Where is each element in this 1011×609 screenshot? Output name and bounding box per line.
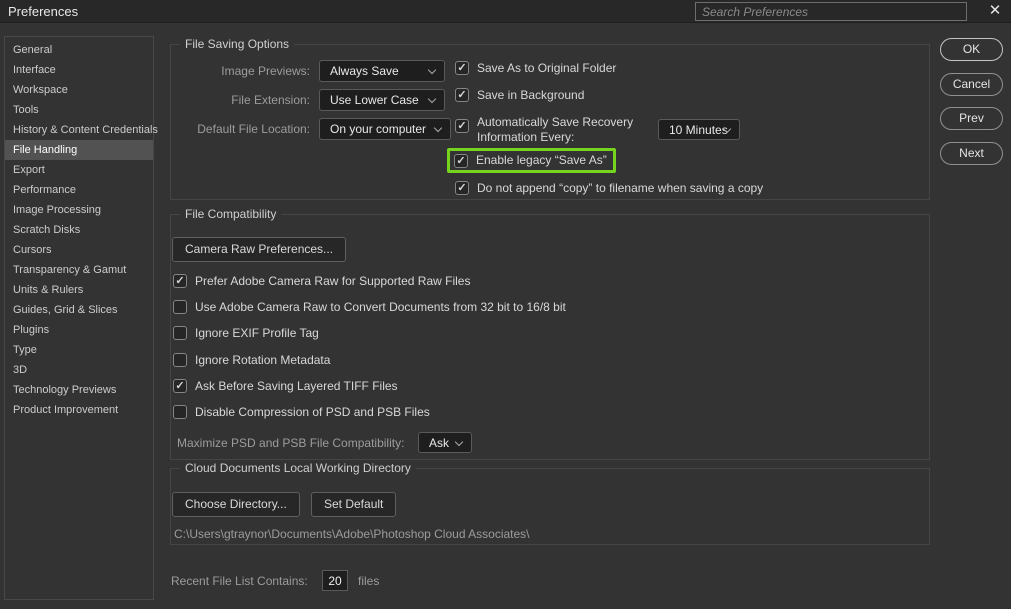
checkbox-ignore-exif-profile-tag[interactable] bbox=[173, 326, 187, 340]
maximize-compatibility-value: Ask bbox=[429, 436, 450, 450]
maximize-compatibility-dropdown[interactable]: Ask bbox=[418, 432, 472, 453]
checkbox-row: Ignore EXIF Profile Tag bbox=[173, 326, 319, 341]
sidebar-item-guides-grid-slices[interactable]: Guides, Grid & Slices bbox=[5, 300, 153, 320]
recent-file-list-label: Recent File List Contains: bbox=[171, 574, 308, 588]
camera-raw-preferences-button[interactable]: Camera Raw Preferences... bbox=[172, 237, 347, 262]
file-extension-label: File Extension: bbox=[231, 93, 310, 107]
preferences-dialog: Preferences ✕ General Interface Workspac… bbox=[0, 0, 1011, 609]
recent-file-list-suffix: files bbox=[358, 574, 380, 588]
checkbox-row: ✓ Save As to Original Folder bbox=[455, 61, 616, 76]
sidebar-item-workspace[interactable]: Workspace bbox=[5, 80, 153, 100]
sidebar-item-interface[interactable]: Interface bbox=[5, 60, 153, 80]
checkbox-label: Save in Background bbox=[477, 88, 585, 102]
enable-legacy-save-as-highlight: ✓ Enable legacy “Save As” bbox=[447, 148, 616, 173]
checkbox-row: Disable Compression of PSD and PSB Files bbox=[173, 405, 430, 420]
auto-save-interval-dropdown[interactable]: 10 Minutes bbox=[658, 119, 740, 140]
checkbox-label: Do not append “copy” to filename when sa… bbox=[477, 181, 764, 195]
prev-button[interactable]: Prev bbox=[940, 107, 1003, 130]
checkbox-row: ✓ Automatically Save Recovery Informatio… bbox=[455, 115, 665, 145]
sidebar-item-units-rulers[interactable]: Units & Rulers bbox=[5, 280, 153, 300]
chevron-down-icon bbox=[427, 65, 437, 75]
page-title: Preferences bbox=[8, 4, 79, 19]
ok-button[interactable]: OK bbox=[940, 38, 1003, 61]
recent-file-count-input[interactable] bbox=[322, 570, 348, 591]
checkbox-label: Ignore Rotation Metadata bbox=[195, 353, 331, 367]
image-previews-label: Image Previews: bbox=[221, 64, 310, 78]
group-title: File Compatibility bbox=[180, 207, 282, 222]
checkbox-ignore-rotation-metadata[interactable] bbox=[173, 353, 187, 367]
checkbox-label: Ask Before Saving Layered TIFF Files bbox=[195, 379, 398, 393]
checkbox-auto-save-recovery[interactable]: ✓ bbox=[455, 119, 469, 133]
sidebar-item-plugins[interactable]: Plugins bbox=[5, 320, 153, 340]
sidebar-item-technology-previews[interactable]: Technology Previews bbox=[5, 380, 153, 400]
checkbox-save-as-original-folder[interactable]: ✓ bbox=[455, 61, 469, 75]
group-title: Cloud Documents Local Working Directory bbox=[180, 461, 416, 476]
sidebar-item-history-content-credentials[interactable]: History & Content Credentials bbox=[5, 120, 158, 140]
checkbox-do-not-append-copy[interactable]: ✓ bbox=[455, 181, 469, 195]
image-previews-dropdown[interactable]: Always Save bbox=[319, 60, 445, 82]
checkbox-label: Save As to Original Folder bbox=[477, 61, 617, 75]
auto-save-interval-value: 10 Minutes bbox=[669, 123, 728, 137]
choose-directory-button[interactable]: Choose Directory... bbox=[172, 492, 300, 517]
set-default-button[interactable]: Set Default bbox=[311, 492, 397, 517]
checkbox-label: Use Adobe Camera Raw to Convert Document… bbox=[195, 300, 566, 314]
titlebar: Preferences ✕ bbox=[0, 0, 1011, 23]
chevron-down-icon bbox=[454, 437, 464, 447]
checkbox-row: Use Adobe Camera Raw to Convert Document… bbox=[173, 300, 566, 315]
close-icon[interactable]: ✕ bbox=[983, 0, 1007, 22]
sidebar-item-performance[interactable]: Performance bbox=[5, 180, 153, 200]
checkbox-use-camera-raw-convert[interactable] bbox=[173, 300, 187, 314]
search-input[interactable] bbox=[695, 2, 967, 21]
working-directory-path: C:\Users\gtraynor\Documents\Adobe\Photos… bbox=[174, 527, 530, 541]
checkbox-ask-before-saving-tiff[interactable]: ✓ bbox=[173, 379, 187, 393]
checkbox-label: Enable legacy “Save As” bbox=[476, 153, 607, 167]
default-file-location-dropdown[interactable]: On your computer bbox=[319, 118, 451, 140]
sidebar-item-3d[interactable]: 3D bbox=[5, 360, 153, 380]
sidebar-item-scratch-disks[interactable]: Scratch Disks bbox=[5, 220, 153, 240]
sidebar-item-cursors[interactable]: Cursors bbox=[5, 240, 153, 260]
chevron-down-icon bbox=[427, 94, 437, 104]
checkbox-row: ✓ Prefer Adobe Camera Raw for Supported … bbox=[173, 274, 470, 289]
cancel-button[interactable]: Cancel bbox=[940, 73, 1003, 96]
checkbox-enable-legacy-save-as[interactable]: ✓ bbox=[454, 153, 468, 168]
default-file-location-label: Default File Location: bbox=[197, 122, 310, 136]
maximize-compatibility-label: Maximize PSD and PSB File Compatibility: bbox=[177, 436, 405, 450]
default-file-location-value: On your computer bbox=[330, 122, 427, 136]
file-compatibility-group: File Compatibility Camera Raw Preference… bbox=[170, 207, 930, 460]
sidebar-item-transparency-gamut[interactable]: Transparency & Gamut bbox=[5, 260, 153, 280]
sidebar-item-product-improvement[interactable]: Product Improvement bbox=[5, 400, 153, 420]
file-extension-dropdown[interactable]: Use Lower Case bbox=[319, 89, 445, 111]
checkbox-label: Ignore EXIF Profile Tag bbox=[195, 326, 319, 340]
file-saving-options-group: File Saving Options Image Previews: Alwa… bbox=[170, 37, 930, 200]
sidebar: General Interface Workspace Tools Histor… bbox=[4, 36, 158, 600]
sidebar-item-type[interactable]: Type bbox=[5, 340, 153, 360]
sidebar-item-general[interactable]: General bbox=[5, 40, 153, 60]
sidebar-item-file-handling[interactable]: File Handling bbox=[5, 140, 153, 160]
sidebar-item-image-processing[interactable]: Image Processing bbox=[5, 200, 153, 220]
next-button[interactable]: Next bbox=[940, 142, 1003, 165]
checkbox-row: ✓ Save in Background bbox=[455, 88, 584, 103]
cloud-documents-group: Cloud Documents Local Working Directory … bbox=[170, 461, 930, 545]
file-extension-value: Use Lower Case bbox=[330, 93, 419, 107]
checkbox-disable-compression-psd-psb[interactable] bbox=[173, 405, 187, 419]
checkbox-label: Prefer Adobe Camera Raw for Supported Ra… bbox=[195, 274, 471, 288]
group-title: File Saving Options bbox=[180, 37, 295, 52]
checkbox-label: Disable Compression of PSD and PSB Files bbox=[195, 405, 430, 419]
checkbox-prefer-adobe-camera-raw[interactable]: ✓ bbox=[173, 274, 187, 288]
sidebar-item-tools[interactable]: Tools bbox=[5, 100, 153, 120]
checkbox-row: Ignore Rotation Metadata bbox=[173, 353, 330, 368]
checkbox-save-in-background[interactable]: ✓ bbox=[455, 88, 469, 102]
checkbox-row: ✓ Ask Before Saving Layered TIFF Files bbox=[173, 379, 398, 394]
sidebar-item-export[interactable]: Export bbox=[5, 160, 153, 180]
image-previews-value: Always Save bbox=[330, 64, 399, 78]
checkbox-row: ✓ Do not append “copy” to filename when … bbox=[455, 181, 763, 196]
checkbox-label: Automatically Save Recovery Information … bbox=[477, 115, 634, 144]
chevron-down-icon bbox=[433, 123, 443, 133]
